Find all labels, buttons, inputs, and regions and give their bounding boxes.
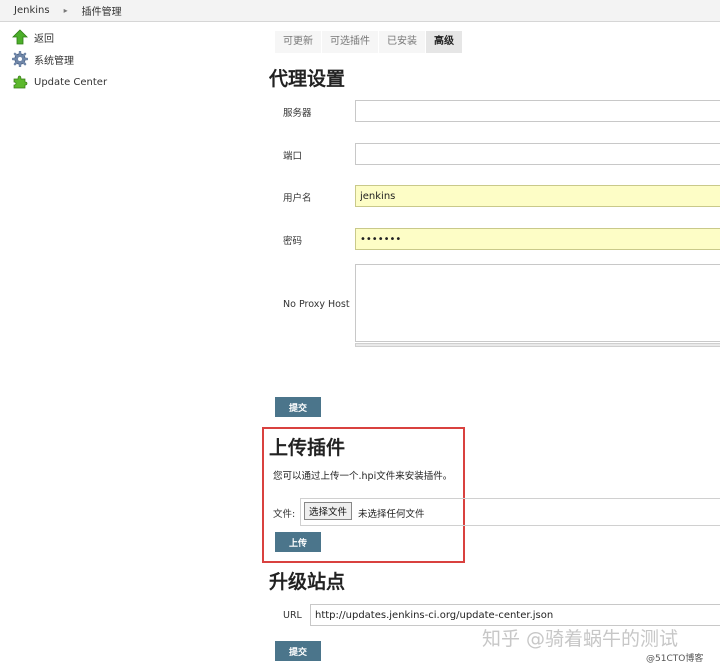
sidebar-item-update-center[interactable]: Update Center xyxy=(12,73,107,91)
update-site-url-input[interactable] xyxy=(310,604,720,626)
upload-description: 您可以通过上传一个.hpi文件来安装插件。 xyxy=(273,471,453,482)
textarea-resize-handle[interactable] xyxy=(355,343,720,347)
port-label: 端口 xyxy=(283,151,303,162)
puzzle-icon xyxy=(12,74,28,90)
sidebar-item-label: 返回 xyxy=(34,33,54,45)
server-label: 服务器 xyxy=(283,108,312,119)
update-site-submit-button[interactable]: 提交 xyxy=(275,641,321,661)
sidebar-item-label: Update Center xyxy=(34,76,108,88)
breadcrumb: Jenkins ▸ 插件管理 xyxy=(0,0,720,22)
sidebar: 返回 系统管理 Update Center xyxy=(0,22,262,668)
file-label: 文件: xyxy=(273,509,296,520)
choose-file-button[interactable]: 选择文件 xyxy=(304,502,353,520)
url-label: URL xyxy=(283,610,302,621)
tab-installed[interactable]: 已安装 xyxy=(379,31,425,53)
port-input[interactable] xyxy=(355,143,720,165)
update-site-section-title: 升级站点 xyxy=(269,571,346,593)
tab-available[interactable]: 可选插件 xyxy=(322,31,378,53)
no-proxy-host-textarea[interactable] xyxy=(355,264,720,342)
password-input[interactable] xyxy=(355,228,720,250)
tab-advanced[interactable]: 高级 xyxy=(426,31,462,53)
main-content: 可更新 可选插件 已安装 高级 代理设置 服务器 端口 用户名 密码 No Pr… xyxy=(262,22,720,668)
username-label: 用户名 xyxy=(283,193,312,204)
password-label: 密码 xyxy=(283,236,303,247)
breadcrumb-separator-icon: ▸ xyxy=(63,6,68,15)
sidebar-item-back[interactable]: 返回 xyxy=(12,28,54,46)
upload-section-title: 上传插件 xyxy=(269,437,346,459)
tab-bar: 可更新 可选插件 已安装 高级 xyxy=(275,31,463,53)
no-file-chosen-text: 未选择任何文件 xyxy=(358,509,425,520)
breadcrumb-jenkins[interactable]: Jenkins xyxy=(14,5,50,16)
upload-submit-button[interactable]: 上传 xyxy=(275,532,321,552)
gear-icon xyxy=(11,50,29,68)
up-arrow-icon xyxy=(12,29,28,45)
proxy-section-title: 代理设置 xyxy=(269,68,346,90)
zhihu-watermark: 知乎 @骑着蜗牛的测试 xyxy=(482,628,679,650)
sidebar-item-system-manage[interactable]: 系统管理 xyxy=(11,50,74,68)
server-input[interactable] xyxy=(355,100,720,122)
proxy-submit-button[interactable]: 提交 xyxy=(275,397,321,417)
username-input[interactable] xyxy=(355,185,720,207)
cto-watermark: @51CTO博客 xyxy=(646,654,704,664)
sidebar-item-label: 系统管理 xyxy=(34,55,74,67)
no-proxy-host-label: No Proxy Host xyxy=(283,299,350,310)
tab-updates[interactable]: 可更新 xyxy=(275,31,321,53)
breadcrumb-plugin-manager[interactable]: 插件管理 xyxy=(82,3,122,18)
